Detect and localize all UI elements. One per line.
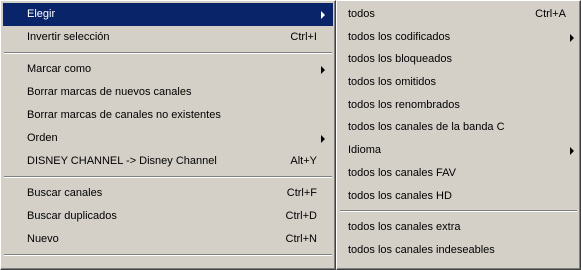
submenu-item-indeseables[interactable]: todos los canales indeseables (339, 239, 578, 262)
menu-item-label: Invertir selección (27, 31, 110, 43)
menu-item-borrar-marcas-no-existentes[interactable]: Borrar marcas de canales no existentes (3, 104, 333, 127)
submenu-item-todos[interactable]: todos Ctrl+A (339, 3, 578, 26)
menu-item-label: todos los canales HD (348, 189, 452, 202)
menu-item-shortcut: Ctrl+F (286, 187, 317, 199)
menu-separator (4, 254, 332, 256)
menu-item-label: todos (348, 8, 375, 20)
menu-item-marcar-como[interactable]: Marcar como (3, 58, 333, 81)
submenu-arrow-icon (570, 147, 574, 156)
menu-item-shortcut: Ctrl+A (535, 8, 566, 20)
submenu-arrow-icon (321, 66, 325, 74)
submenu-arrow-icon (570, 33, 574, 42)
submenu-item-codificados[interactable]: todos los codificados (339, 26, 578, 49)
menu-item-shortcut: Ctrl+N (285, 233, 317, 245)
submenu-item-hd[interactable]: todos los canales HD (339, 185, 578, 208)
submenu-arrow-icon (321, 11, 325, 19)
context-menu: Elegir Invertir selección Ctrl+I Marcar … (0, 0, 336, 270)
menu-item-label: Borrar marcas de nuevos canales (27, 86, 192, 98)
menu-item-shortcut: Ctrl+I (290, 31, 317, 43)
menu-item-buscar-canales[interactable]: Buscar canales Ctrl+F (3, 182, 333, 205)
menu-item-label: Buscar duplicados (27, 210, 117, 222)
menu-item-label: Nuevo (27, 233, 59, 245)
menu-item-label: todos los canales de la banda C (348, 121, 505, 134)
submenu-item-bloqueados[interactable]: todos los bloqueados (339, 48, 578, 71)
menu-item-label: Marcar como (27, 63, 92, 75)
submenu-item-fav[interactable]: todos los canales FAV (339, 162, 578, 185)
menu-item-borrar-marcas-nuevos[interactable]: Borrar marcas de nuevos canales (3, 81, 333, 104)
menu-item-label: todos los renombrados (348, 98, 460, 111)
menu-item-label: Buscar canales (27, 187, 103, 199)
submenu-arrow-icon (321, 135, 325, 143)
menu-item-label: todos los canales extra (348, 221, 461, 234)
menu-item-label: todos los canales FAV (348, 166, 457, 179)
submenu-item-banda-c[interactable]: todos los canales de la banda C (339, 116, 578, 139)
menu-item-shortcut: Alt+Y (290, 155, 317, 167)
menu-item-label: DISNEY CHANNEL -> Disney Channel (27, 155, 217, 167)
menu-item-buscar-duplicados[interactable]: Buscar duplicados Ctrl+D (3, 205, 333, 228)
submenu-item-extra[interactable]: todos los canales extra (339, 216, 578, 239)
submenu-item-omitidos[interactable]: todos los omitidos (339, 71, 578, 94)
menu-item-nuevo[interactable]: Nuevo Ctrl+N (3, 228, 333, 251)
submenu-item-renombrados[interactable]: todos los renombrados (339, 94, 578, 117)
menu-item-label: Borrar marcas de canales no existentes (27, 109, 221, 121)
menu-item-label: Idioma (348, 144, 382, 157)
menu-item-label: todos los canales indeseables (348, 243, 495, 256)
menu-separator (4, 52, 332, 54)
submenu-item-idioma[interactable]: Idioma (339, 139, 578, 162)
menu-item-orden[interactable]: Orden (3, 127, 333, 150)
menu-item-label: todos los omitidos (348, 76, 437, 89)
menu-item-label: Orden (27, 132, 58, 144)
menu-item-invertir-seleccion[interactable]: Invertir selección Ctrl+I (3, 26, 333, 49)
menu-item-rename-disney[interactable]: DISNEY CHANNEL -> Disney Channel Alt+Y (3, 150, 333, 173)
menu-item-elegir[interactable]: Elegir (3, 3, 333, 26)
menu-item-shortcut: Ctrl+D (285, 210, 317, 222)
elegir-submenu: todos Ctrl+A todos los codificados todos… (336, 0, 581, 270)
menu-separator (340, 210, 577, 213)
menu-item-label: Elegir (27, 8, 56, 20)
menu-item-label: todos los codificados (348, 30, 451, 43)
menu-item-label: todos los bloqueados (348, 53, 452, 66)
menu-separator (4, 176, 332, 178)
